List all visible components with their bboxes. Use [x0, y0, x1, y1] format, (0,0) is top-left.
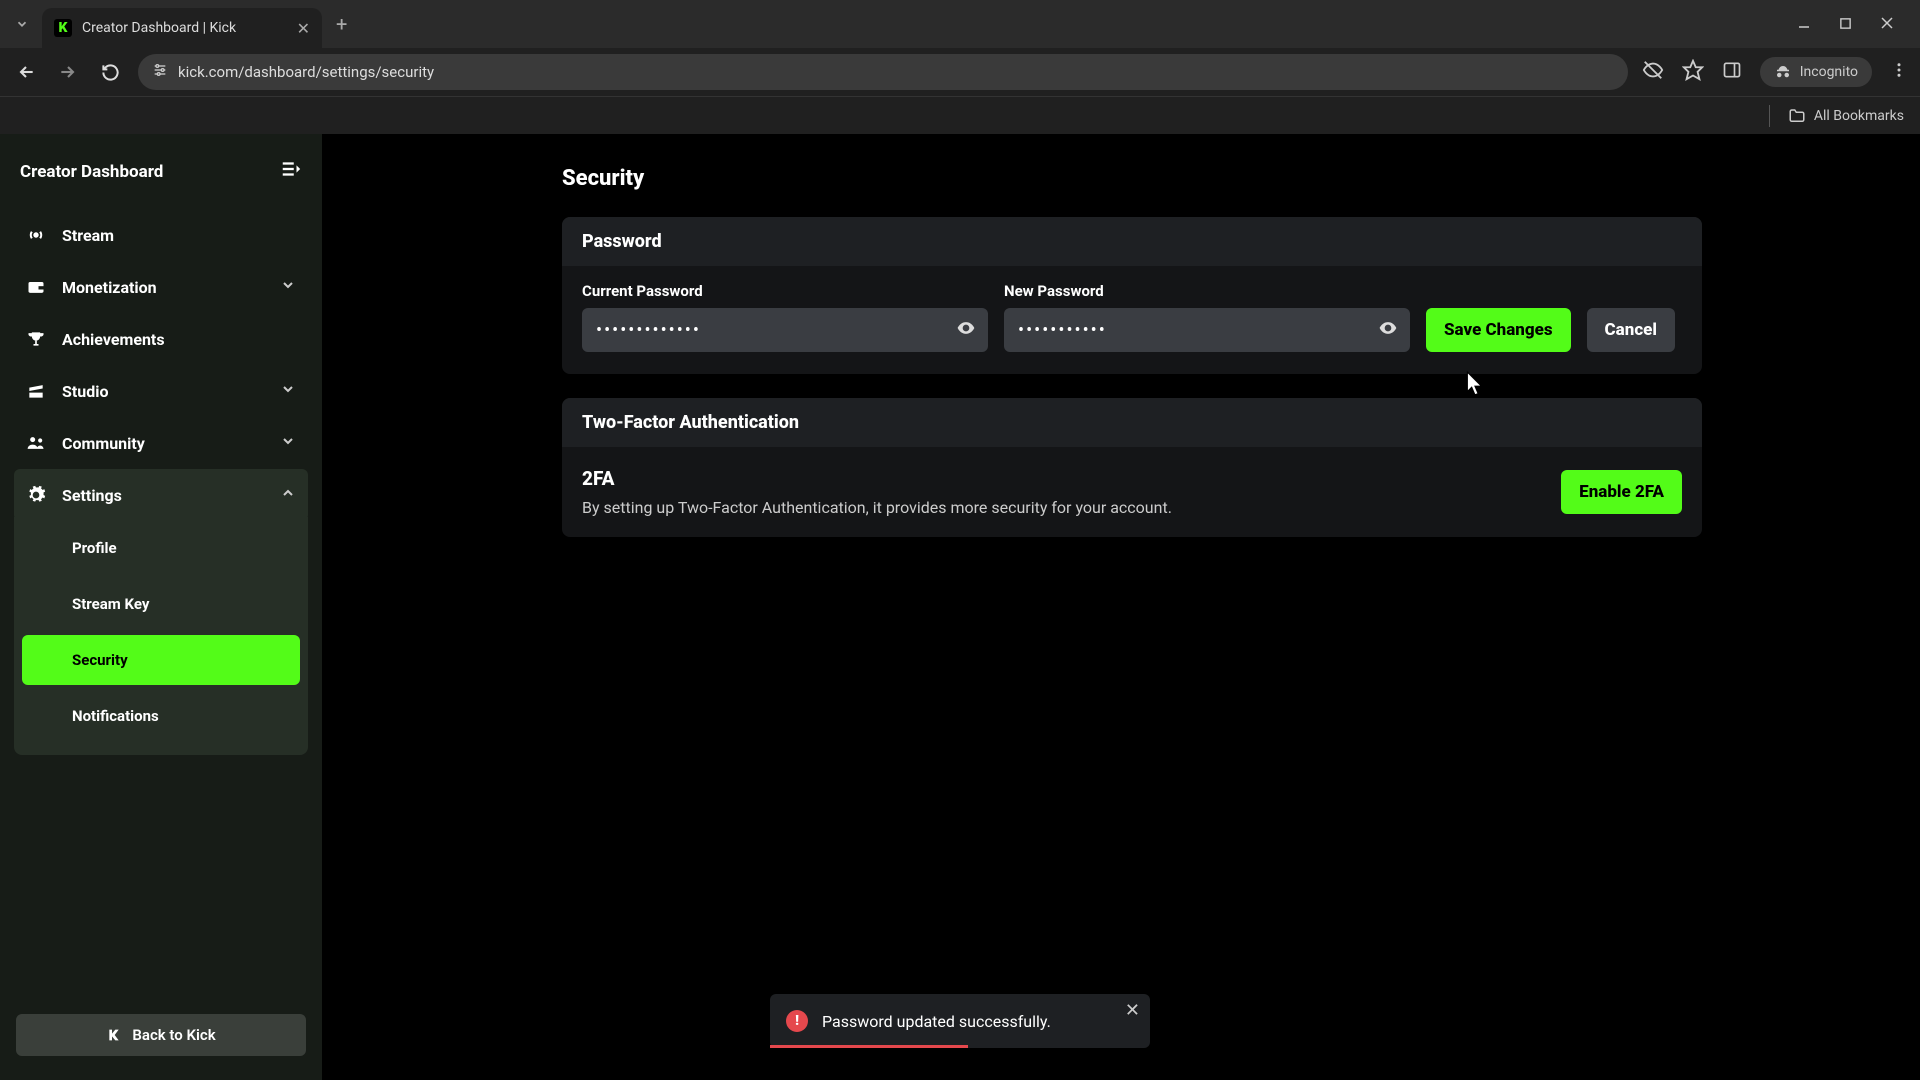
sidebar-item-community[interactable]: Community: [14, 417, 308, 469]
save-changes-button[interactable]: Save Changes: [1426, 308, 1571, 352]
sidebar: Creator Dashboard Stream Monetization Ac…: [0, 134, 322, 1080]
toast-progress-bar: [770, 1045, 968, 1048]
bookmark-star-icon[interactable]: [1682, 59, 1704, 85]
toast-notification: ! Password updated successfully. ✕: [770, 994, 1150, 1048]
sidebar-subitem-profile[interactable]: Profile: [22, 523, 300, 573]
cancel-button[interactable]: Cancel: [1587, 308, 1675, 352]
current-password-input[interactable]: [582, 308, 988, 352]
show-password-icon[interactable]: [956, 318, 976, 342]
address-bar: kick.com/dashboard/settings/security Inc…: [0, 48, 1920, 96]
bookmarks-bar: All Bookmarks: [0, 96, 1920, 134]
app-root: Creator Dashboard Stream Monetization Ac…: [0, 134, 1920, 1080]
side-panel-icon[interactable]: [1722, 60, 1742, 84]
back-icon[interactable]: [12, 58, 40, 86]
all-bookmarks-button[interactable]: All Bookmarks: [1814, 108, 1904, 124]
incognito-label: Incognito: [1800, 64, 1858, 80]
sidebar-item-studio[interactable]: Studio: [14, 365, 308, 417]
enable-2fa-button[interactable]: Enable 2FA: [1561, 470, 1682, 514]
show-password-icon[interactable]: [1378, 318, 1398, 342]
chevron-up-icon: [280, 485, 296, 505]
folder-icon: [1788, 107, 1806, 125]
chevron-down-icon: [280, 433, 296, 453]
password-card: Password Current Password New Password: [562, 217, 1702, 374]
close-tab-icon[interactable]: ✕: [297, 19, 310, 38]
sidebar-item-monetization[interactable]: Monetization: [14, 261, 308, 313]
settings-submenu: Profile Stream Key Security Notification…: [14, 517, 308, 755]
incognito-indicator[interactable]: Incognito: [1760, 57, 1872, 87]
trophy-icon: [26, 329, 46, 349]
new-tab-button[interactable]: +: [336, 12, 347, 36]
url-text: kick.com/dashboard/settings/security: [178, 63, 434, 81]
sidebar-item-settings[interactable]: Settings: [14, 469, 308, 521]
browser-chrome: K Creator Dashboard | Kick ✕ +: [0, 0, 1920, 134]
gear-icon: [26, 485, 46, 505]
close-window-icon[interactable]: [1880, 15, 1894, 34]
page-title: Security: [562, 166, 1860, 191]
password-card-header: Password: [562, 217, 1702, 266]
site-settings-icon[interactable]: [152, 62, 168, 82]
tfa-title: 2FA: [582, 467, 1172, 490]
kick-favicon-icon: K: [54, 19, 72, 37]
kick-logo-icon: [106, 1027, 122, 1043]
tab-strip: K Creator Dashboard | Kick ✕ +: [0, 0, 1920, 48]
sidebar-subitem-security[interactable]: Security: [22, 635, 300, 685]
maximize-icon[interactable]: [1839, 15, 1852, 34]
toast-message: Password updated successfully.: [822, 1012, 1051, 1031]
menu-icon[interactable]: [1890, 61, 1908, 83]
sidebar-item-label: Achievements: [62, 330, 165, 349]
new-password-input[interactable]: [1004, 308, 1410, 352]
sidebar-item-label: Studio: [62, 382, 109, 401]
browser-tab[interactable]: K Creator Dashboard | Kick ✕: [42, 8, 322, 48]
collapse-sidebar-icon[interactable]: [280, 158, 302, 185]
broadcast-icon: [26, 225, 46, 245]
people-icon: [26, 433, 46, 453]
sidebar-item-label: Monetization: [62, 278, 157, 297]
toast-close-icon[interactable]: ✕: [1125, 1000, 1140, 1021]
sidebar-item-label: Stream: [62, 226, 114, 245]
reload-icon[interactable]: [96, 58, 124, 86]
back-to-kick-button[interactable]: Back to Kick: [16, 1014, 306, 1056]
window-controls: [1797, 15, 1912, 34]
url-box[interactable]: kick.com/dashboard/settings/security: [138, 54, 1628, 90]
tfa-description: By setting up Two-Factor Authentication,…: [582, 498, 1172, 517]
clapperboard-icon: [26, 381, 46, 401]
sidebar-item-label: Settings: [62, 486, 122, 505]
sidebar-item-achievements[interactable]: Achievements: [14, 313, 308, 365]
tfa-card: Two-Factor Authentication 2FA By setting…: [562, 398, 1702, 537]
minimize-icon[interactable]: [1797, 15, 1811, 34]
new-password-label: New Password: [1004, 282, 1410, 300]
wallet-icon: [26, 277, 46, 297]
main-content: Security Password Current Password: [322, 134, 1920, 1080]
sidebar-subitem-notifications[interactable]: Notifications: [22, 691, 300, 741]
tfa-card-header: Two-Factor Authentication: [562, 398, 1702, 447]
chevron-down-icon: [280, 381, 296, 401]
alert-icon: !: [786, 1010, 808, 1032]
back-to-kick-label: Back to Kick: [132, 1026, 215, 1044]
sidebar-title: Creator Dashboard: [20, 162, 163, 182]
chevron-down-icon: [280, 277, 296, 297]
current-password-label: Current Password: [582, 282, 988, 300]
eye-off-icon[interactable]: [1642, 59, 1664, 85]
sidebar-subitem-stream-key[interactable]: Stream Key: [22, 579, 300, 629]
sidebar-item-stream[interactable]: Stream: [14, 209, 308, 261]
sidebar-item-label: Community: [62, 434, 145, 453]
tab-title: Creator Dashboard | Kick: [82, 20, 289, 36]
tab-search-dropdown[interactable]: [8, 10, 36, 38]
forward-icon[interactable]: [54, 58, 82, 86]
